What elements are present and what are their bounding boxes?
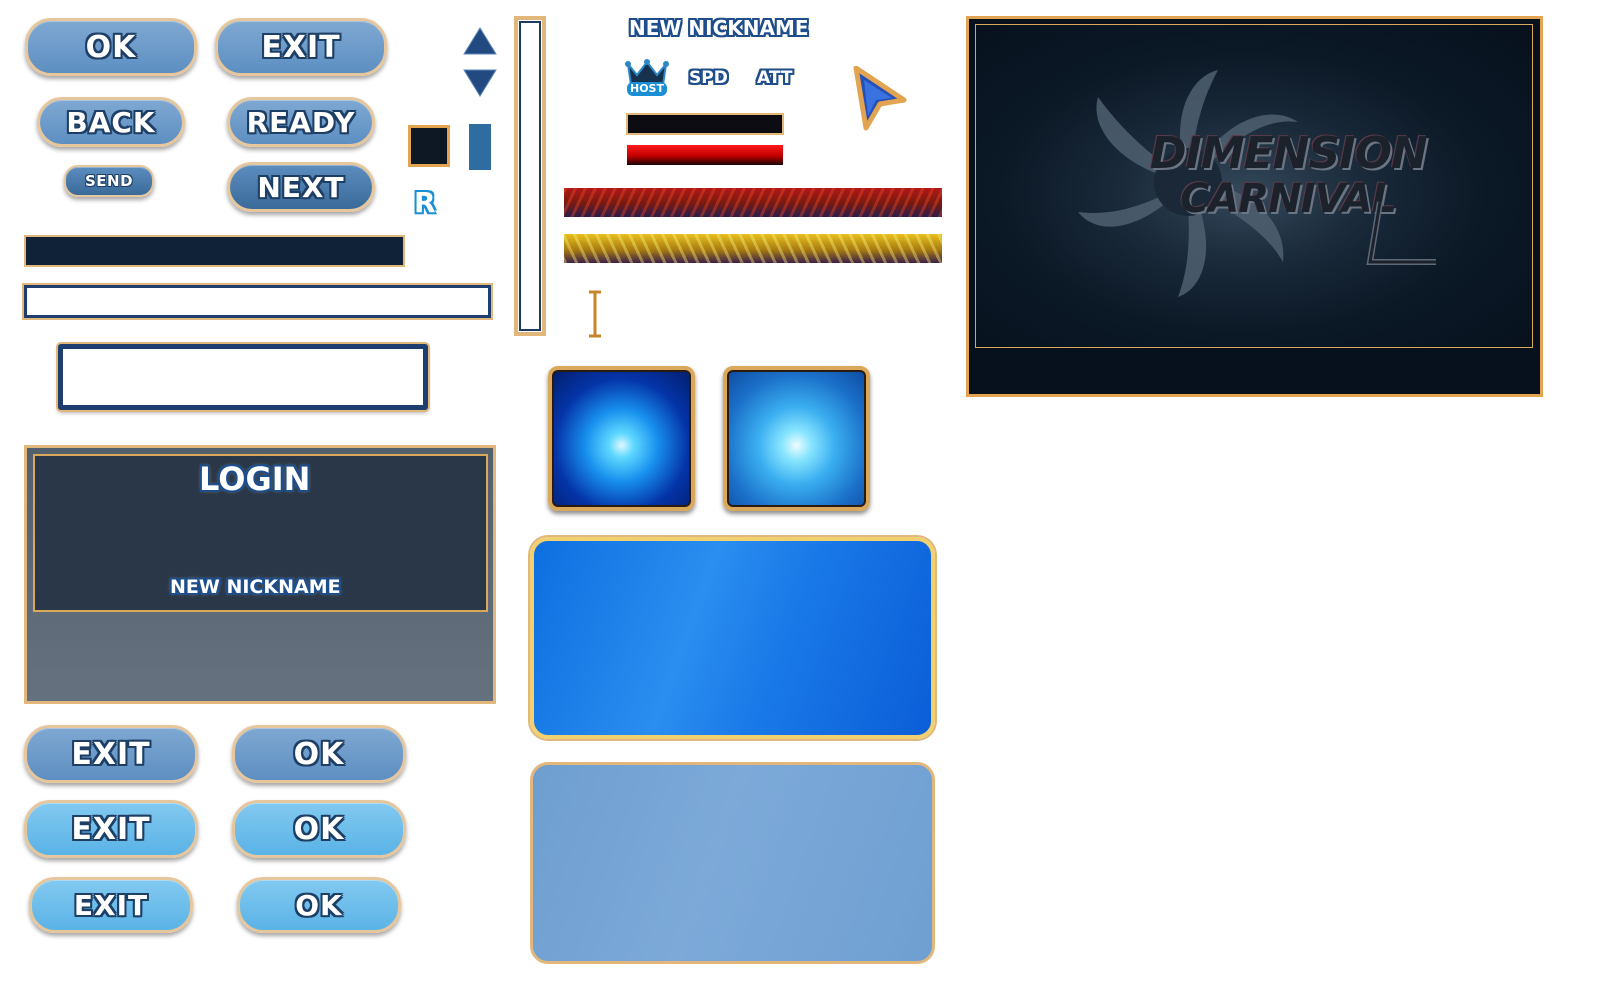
logo-l-stroke-icon <box>1366 201 1436 265</box>
vertical-scroll-track[interactable] <box>514 16 546 336</box>
att-label: ATT <box>757 68 793 88</box>
exit-button[interactable]: EXIT <box>215 18 387 76</box>
text-input-field[interactable] <box>24 285 491 318</box>
yellow-gauge-bar <box>564 234 942 263</box>
ok-button[interactable]: OK <box>25 18 197 76</box>
text-caret-icon <box>589 290 601 338</box>
exit-button-normal[interactable]: EXIT <box>24 725 198 783</box>
ok-button-normal[interactable]: OK <box>232 725 406 783</box>
color-swatch-box <box>408 125 450 167</box>
scroll-thumb[interactable] <box>469 124 491 170</box>
skill-slot-icon-alt[interactable] <box>723 366 870 511</box>
empty-health-bar <box>626 113 784 135</box>
ready-button[interactable]: READY <box>227 97 375 147</box>
r-label: R <box>414 186 436 219</box>
dark-input-bar[interactable] <box>24 235 405 267</box>
cursor-arrow-icon <box>853 66 907 131</box>
logo-title-line1: DIMENSION <box>1150 128 1428 179</box>
scroll-up-arrow-icon[interactable] <box>462 26 498 58</box>
nickname-label: NEW NICKNAME <box>629 16 809 40</box>
chat-input-box[interactable] <box>58 344 428 410</box>
ok-button-pressed[interactable]: OK <box>237 877 401 933</box>
red-gauge-bar <box>564 188 942 217</box>
back-button[interactable]: BACK <box>37 97 185 147</box>
next-button[interactable]: NEXT <box>227 162 375 212</box>
spd-label: SPD <box>689 68 728 88</box>
skill-slot-icon[interactable] <box>548 366 695 511</box>
blue-panel <box>530 537 935 739</box>
health-bar-fill <box>627 145 783 165</box>
ok-button-hover[interactable]: OK <box>232 800 406 858</box>
exit-button-pressed[interactable]: EXIT <box>29 877 193 933</box>
host-label: HOST <box>630 82 664 95</box>
blue-panel-faded <box>530 762 935 964</box>
send-button[interactable]: SEND <box>64 165 154 197</box>
login-title: LOGIN <box>199 460 311 498</box>
scroll-down-arrow-icon[interactable] <box>462 66 498 98</box>
login-nickname-label: NEW NICKNAME <box>170 576 341 598</box>
exit-button-hover[interactable]: EXIT <box>24 800 198 858</box>
